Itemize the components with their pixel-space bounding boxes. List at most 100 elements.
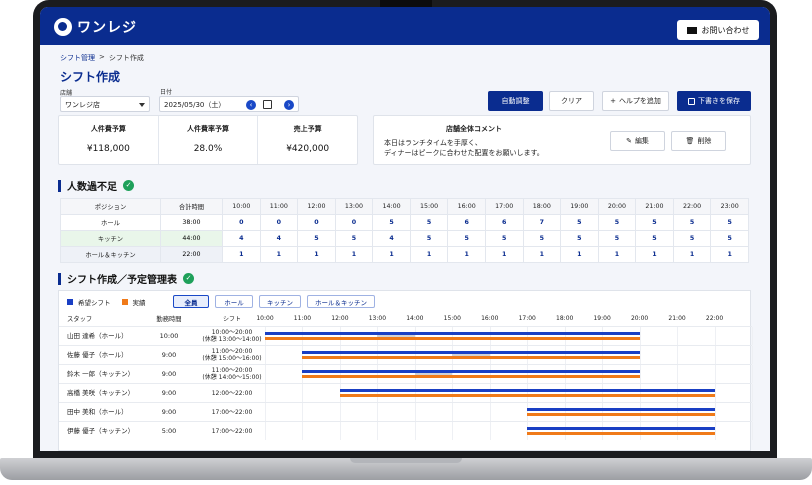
actual-shift-bar[interactable]: [527, 413, 715, 416]
time-axis: 10:00 11:00 12:00 13:00 14:00 15:00 16:00 17:00…: [256, 312, 752, 326]
count-cell: 0: [334, 214, 374, 231]
hour-gridline: [752, 422, 753, 440]
time-tick-label: 19:00: [593, 315, 611, 322]
actual-shift-bar[interactable]: [302, 356, 640, 359]
shift-row[interactable]: 鈴木 一郎（キッチン） 9:00 11:00〜20:00 (休憩 14:00〜15:0…: [59, 364, 753, 383]
contact-button[interactable]: お問い合わせ: [677, 20, 759, 40]
actual-shift-bar[interactable]: [339, 394, 715, 397]
app-logo[interactable]: ワンレジ: [54, 18, 137, 36]
hour-gridline: [489, 346, 491, 364]
shift-timeline[interactable]: [265, 384, 753, 402]
time-tick-label: 10:00: [256, 315, 274, 322]
work-hours: 9:00: [161, 407, 177, 416]
plan-shift-bar[interactable]: [527, 427, 715, 430]
count-cell: 5: [597, 214, 637, 231]
edit-comment-button[interactable]: ✎ 編集: [610, 131, 665, 151]
actual-legend-swatch: [121, 299, 128, 305]
staff-name: 高橋 美咲（キッチン）: [67, 388, 135, 397]
total-cell: 44:00: [160, 230, 223, 247]
shift-time: 17:00〜22:00: [199, 403, 265, 421]
plan-shift-bar[interactable]: [527, 408, 715, 411]
prev-date-icon[interactable]: ‹: [246, 100, 256, 110]
trash-icon: 🗑: [685, 137, 695, 145]
time-tick-label: 22:00: [705, 315, 724, 322]
hour-gridline: [714, 422, 716, 440]
filter-hall-kitchen[interactable]: ホール＆キッチン: [307, 295, 375, 308]
add-help-button[interactable]: + ヘルプを追加: [602, 91, 669, 111]
section-accent-bar: [58, 179, 61, 192]
shift-timeline[interactable]: [265, 403, 753, 421]
sales-budget: 売上予算 ¥420,000: [258, 116, 357, 164]
date-input[interactable]: 2025/05/30（土）: [159, 96, 299, 112]
shift-row[interactable]: 佐藤 優子（ホール） 9:00 11:00〜20:00 (休憩 15:00〜16:00…: [59, 345, 753, 364]
shift-row[interactable]: 田中 美和（ホール） 9:00 17:00〜22:00: [59, 402, 753, 421]
gantt-header: スタッフ 勤務時間 シフト 10:00 11:00 12:00 13:00 14:00 1…: [59, 312, 752, 326]
breadcrumb-link-shift-management[interactable]: シフト管理: [60, 53, 95, 63]
work-hours: 5:00: [161, 426, 177, 435]
labor-budget: 人件費予算 ¥118,000: [59, 116, 159, 164]
save-draft-button[interactable]: 下書きを保存: [677, 91, 751, 111]
store-comment-card: 店舗全体コメント 本日はランチタイムを手厚く、 ディナーはピークに合わせた配置を…: [373, 115, 751, 165]
count-cell: 0: [297, 214, 336, 231]
plan-shift-bar[interactable]: [265, 332, 640, 335]
staff-name: 佐藤 優子（ホール）: [67, 350, 128, 359]
actual-shift-bar[interactable]: [527, 432, 715, 435]
plan-shift-bar[interactable]: [302, 351, 640, 354]
hour-gridline: [377, 403, 379, 421]
filter-all[interactable]: 全員: [173, 295, 209, 308]
shift-time: 12:00〜22:00: [199, 384, 265, 402]
hour-gridline: [265, 346, 266, 364]
column-header-hour: 18:00: [522, 198, 562, 215]
actual-shift-bar[interactable]: [265, 337, 640, 340]
store-select-value: ワンレジ店: [65, 101, 100, 109]
time-tick-label: 15:00: [443, 315, 461, 322]
shift-time: 11:00〜20:00 (休憩 15:00〜16:00): [199, 346, 265, 364]
column-header-hour: 17:00: [484, 198, 524, 215]
app-screen: ワンレジ お問い合わせ シフト管理 > シフト作成 シフト作成 店舗 ワンレジ店…: [40, 7, 770, 451]
time-tick-label: 17:00: [518, 315, 536, 322]
budget-value: 28.0%: [193, 144, 223, 154]
next-date-icon[interactable]: ›: [284, 100, 294, 110]
shift-timeline[interactable]: [265, 365, 753, 383]
store-select[interactable]: ワンレジ店: [60, 96, 150, 112]
hour-gridline: [564, 327, 566, 345]
auto-adjust-button[interactable]: 自動調整: [488, 91, 543, 111]
shift-row[interactable]: 伊藤 優子（キッチン） 5:00 17:00〜22:00: [59, 421, 753, 440]
count-cell: 5: [372, 214, 411, 231]
column-header-hour: 11:00: [259, 198, 299, 215]
clear-button[interactable]: クリア: [549, 91, 594, 111]
hour-gridline: [677, 384, 679, 402]
plan-shift-bar[interactable]: [339, 389, 715, 392]
count-cell: 1: [522, 246, 562, 263]
filter-hall[interactable]: ホール: [215, 295, 253, 308]
delete-comment-button[interactable]: 🗑 削除: [671, 131, 726, 151]
shift-timeline[interactable]: [265, 346, 753, 364]
count-cell: 4: [259, 230, 299, 247]
hour-gridline: [302, 403, 304, 421]
hour-gridline: [564, 365, 566, 383]
work-hours: 9:00: [161, 388, 177, 397]
count-cell: 5: [635, 230, 674, 247]
calendar-icon[interactable]: [263, 100, 272, 109]
hour-gridline: [339, 403, 341, 421]
hour-gridline: [752, 403, 753, 421]
hour-gridline: [527, 422, 529, 440]
clear-label: クリア: [561, 97, 582, 105]
shift-title: シフト作成／予定管理表: [67, 275, 177, 286]
hour-gridline: [714, 327, 716, 345]
shift-break: (休憩 15:00〜16:00): [202, 355, 262, 362]
hour-gridline: [339, 422, 341, 440]
count-cell: 5: [409, 230, 449, 247]
filter-kitchen[interactable]: キッチン: [259, 295, 301, 308]
time-tick-label: 16:00: [481, 315, 499, 322]
actual-shift-bar[interactable]: [302, 375, 640, 378]
comment-line: 本日はランチタイムを手厚く、: [384, 139, 482, 147]
shift-timeline[interactable]: [265, 327, 753, 345]
count-cell: 5: [710, 214, 749, 231]
shift-timeline[interactable]: [265, 422, 753, 440]
total-cell: 22:00: [160, 246, 223, 263]
plan-shift-bar[interactable]: [302, 370, 640, 373]
shift-row[interactable]: 山田 達希（ホール） 10:00 10:00〜20:00 (休憩 13:00〜14:0…: [59, 326, 753, 345]
staff-name: 山田 達希（ホール）: [67, 331, 128, 340]
shift-row[interactable]: 高橋 美咲（キッチン） 9:00 12:00〜22:00: [59, 383, 753, 402]
